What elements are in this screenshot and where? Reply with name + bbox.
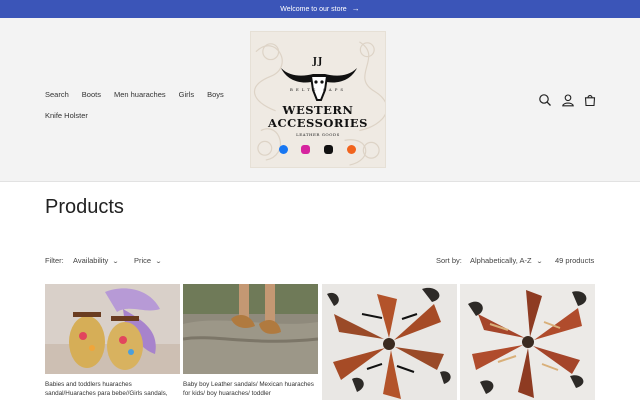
product-card[interactable]: [322, 284, 457, 400]
logo-leather-goods: LEATHER GOODS: [296, 132, 340, 137]
product-count: 49 products: [555, 256, 595, 265]
sort-label: Sort by:: [436, 256, 462, 265]
product-grid: Babies and toddlers huaraches sandal/Hua…: [45, 284, 595, 400]
announcement-text: Welcome to our store: [280, 5, 347, 13]
main-nav: Search Boots Men huaraches Girls Boys Kn…: [45, 84, 245, 126]
page-title: Products: [45, 196, 124, 218]
filter-bar: Filter: Availability ⌄ Price ⌄ Sort by: Al…: [45, 256, 595, 268]
chevron-down-icon: ⌄: [155, 259, 163, 265]
store-logo[interactable]: JJ BELTS CAPS WESTERN ACCESSORIES LEATHE…: [250, 31, 386, 168]
logo-jj: JJ: [312, 57, 324, 67]
product-image: [45, 284, 180, 374]
etsy-icon[interactable]: [347, 145, 356, 154]
product-image: [460, 284, 595, 400]
logo-western: WESTERN: [282, 103, 354, 117]
cart-icon[interactable]: [583, 93, 597, 107]
logo-accessories: ACCESSORIES: [268, 116, 368, 130]
product-image: [183, 284, 318, 374]
logo-belts-caps: BELTS CAPS: [289, 87, 347, 92]
product-image: [322, 284, 457, 400]
sort-value: Alphabetically, A-Z: [470, 256, 532, 265]
sort-select[interactable]: Alphabetically, A-Z ⌄: [470, 256, 543, 265]
chevron-down-icon: ⌄: [535, 259, 543, 265]
announcement-bar[interactable]: Welcome to our store →: [0, 0, 640, 18]
product-title[interactable]: Baby boy Leather sandals/ Mexican huarac…: [183, 381, 318, 398]
nav-item-search[interactable]: Search: [45, 90, 69, 99]
availability-label: Availability: [73, 256, 109, 265]
product-title[interactable]: Babies and toddlers huaraches sandal/Hua…: [45, 381, 180, 398]
chevron-down-icon: ⌄: [112, 259, 120, 265]
price-label: Price: [134, 256, 152, 265]
tiktok-icon[interactable]: [324, 145, 333, 154]
search-icon[interactable]: [538, 93, 552, 107]
nav-item-boys[interactable]: Boys: [207, 90, 224, 99]
social-links: [277, 145, 361, 155]
availability-filter[interactable]: Availability ⌄: [73, 256, 120, 265]
nav-item-knife-holster[interactable]: Knife Holster: [45, 111, 88, 120]
product-card[interactable]: Babies and toddlers huaraches sandal/Hua…: [45, 284, 180, 400]
arrow-right-icon: →: [351, 4, 360, 13]
product-card[interactable]: Baby boy Leather sandals/ Mexican huarac…: [183, 284, 318, 400]
account-icon[interactable]: [561, 93, 575, 107]
facebook-icon[interactable]: [279, 145, 288, 154]
nav-item-girls[interactable]: Girls: [179, 90, 194, 99]
product-card[interactable]: [460, 284, 595, 400]
instagram-icon[interactable]: [301, 145, 310, 154]
nav-item-boots[interactable]: Boots: [82, 90, 101, 99]
nav-item-men-huaraches[interactable]: Men huaraches: [114, 90, 166, 99]
filter-label: Filter:: [45, 256, 64, 265]
price-filter[interactable]: Price ⌄: [134, 256, 163, 265]
site-header: Search Boots Men huaraches Girls Boys Kn…: [0, 18, 640, 182]
